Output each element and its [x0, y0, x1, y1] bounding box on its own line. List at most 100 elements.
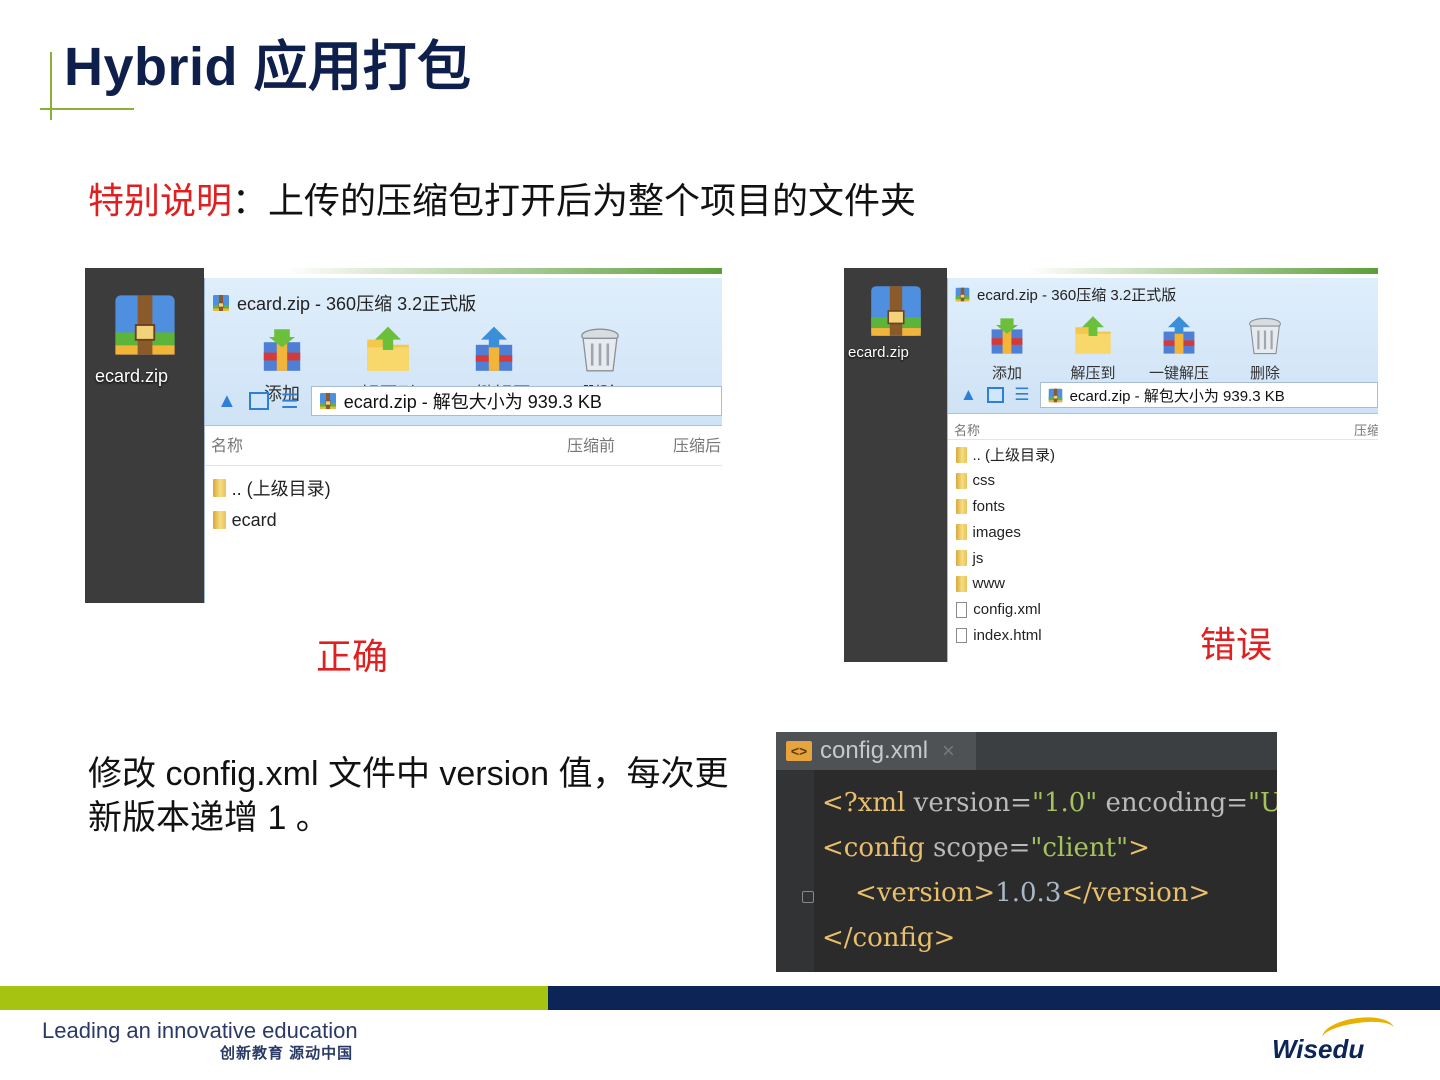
special-note: 特别说明：上传的压缩包打开后为整个项目的文件夹	[88, 172, 916, 224]
view-icon-toggle[interactable]	[987, 387, 1005, 403]
file-icon	[956, 601, 968, 618]
wrong-list-item[interactable]: www	[956, 571, 1005, 597]
correct-caption: 正确	[316, 637, 389, 678]
wrong-list-item[interactable]: index.html	[956, 623, 1042, 649]
wrong-list-item[interactable]: fonts	[956, 494, 1005, 520]
folder-icon	[956, 472, 967, 489]
correct-list-item-label: ecard	[231, 509, 277, 530]
footer-slogan-cn: 创新教育 源动中国	[220, 1045, 354, 1062]
zip-icon	[319, 393, 336, 409]
list-view-icon[interactable]: ☰	[1014, 385, 1029, 405]
add-icon	[263, 329, 301, 371]
wrong-tool-label: 解压到	[1070, 365, 1116, 382]
wrong-window-title-text: ecard.zip - 360压缩 3.2正式版	[977, 287, 1177, 304]
folder-icon	[213, 478, 226, 498]
add-icon	[991, 318, 1023, 354]
xml-file-icon: <>	[786, 741, 812, 761]
code-line: <?xml version="1.0" encoding="UT	[822, 788, 1277, 818]
code-token: </config>	[822, 923, 956, 953]
code-token: </version>	[1061, 878, 1211, 908]
editor-gutter	[776, 770, 814, 972]
correct-address-box[interactable]: ecard.zip - 解包大小为 939.3 KB	[310, 386, 722, 416]
zip-icon	[1048, 388, 1062, 402]
editor-tab-config[interactable]: <> config.xml ×	[776, 732, 976, 770]
correct-column-0[interactable]: 名称	[211, 432, 243, 456]
wrong-list-item[interactable]: config.xml	[956, 597, 1041, 623]
wrong-list-item-label: www	[972, 575, 1006, 593]
correct-desktop-label[interactable]: ecard.zip	[95, 366, 168, 387]
code-line: <version>1.0.3</version>	[822, 878, 1210, 908]
wrong-list-item[interactable]: .. (上级目录)	[956, 442, 1055, 468]
code-token: "client"	[1030, 833, 1129, 863]
list-view-icon[interactable]: ☰	[281, 389, 299, 414]
one-click-extract-icon	[1163, 316, 1195, 354]
correct-column-1[interactable]: 压缩前	[567, 432, 615, 456]
delete-icon	[581, 328, 619, 372]
footer-bar-green	[0, 986, 548, 1010]
code-token: <version>	[822, 878, 996, 908]
wrong-list-item-label: images	[972, 523, 1021, 541]
code-token: scope=	[933, 833, 1031, 863]
wrong-tool-delete[interactable]: 删除	[1222, 314, 1308, 383]
wrong-desktop: ecard.zip	[844, 268, 947, 662]
zip-app-icon	[955, 287, 970, 302]
correct-column-2[interactable]: 压缩后	[673, 432, 721, 456]
correct-column-header: 名称 压缩前 压缩后	[205, 426, 722, 466]
wrong-list-item[interactable]: js	[956, 545, 983, 571]
code-line: </config>	[822, 923, 955, 953]
fold-marker-icon[interactable]	[802, 891, 814, 903]
nav-up-icon[interactable]: ▲	[217, 390, 237, 413]
editor-tab-bar: <> config.xml ×	[776, 732, 1277, 770]
wrong-window-title: ecard.zip - 360压缩 3.2正式版	[954, 284, 1176, 305]
correct-window-strip	[284, 268, 722, 274]
wrong-tool-one-click-extract[interactable]: 一键解压	[1136, 314, 1222, 383]
view-icon-toggle[interactable]	[248, 392, 269, 410]
folder-icon	[956, 576, 967, 592]
code-token: <config	[822, 833, 933, 863]
correct-list-item[interactable]: .. (上级目录)	[213, 472, 331, 504]
one-click-extract-icon	[475, 326, 513, 371]
correct-list-item[interactable]: ecard	[213, 504, 277, 536]
wrong-tool-add[interactable]: 添加	[964, 314, 1050, 383]
correct-desktop-zip-icon[interactable]	[108, 288, 182, 362]
zip-app-icon	[213, 295, 229, 311]
logo-text: Wisedu	[1272, 1034, 1365, 1064]
folder-icon	[956, 498, 967, 515]
correct-address-row: ▲ ☰ ecard.zip - 解包大小为 939.3 KB	[205, 386, 722, 416]
wrong-desktop-zip-icon[interactable]	[865, 280, 927, 342]
correct-list-item-label: .. (上级目录)	[231, 479, 331, 499]
wisedu-logo: Wisedu	[1272, 1013, 1412, 1068]
code-token: version=	[913, 788, 1032, 818]
wrong-window-header: ecard.zip - 360压缩 3.2正式版添加 解压到 一键解压 删除 ▲ ☰ eca…	[948, 278, 1378, 414]
wrong-address-text: ecard.zip - 解包大小为 939.3 KB	[1069, 387, 1285, 405]
correct-window-title: ecard.zip - 360压缩 3.2正式版	[211, 290, 476, 316]
correct-desktop: ecard.zip	[85, 268, 204, 603]
wrong-toolbar: 添加 解压到 一键解压 删除	[948, 314, 1378, 383]
wrong-column-1[interactable]: 压缩	[1354, 420, 1378, 439]
code-line: <config scope="client">	[822, 833, 1150, 863]
close-icon[interactable]: ×	[942, 738, 955, 764]
delete-icon	[1249, 317, 1281, 355]
wrong-list-item[interactable]: images	[956, 519, 1021, 545]
code-token: <?xml	[822, 788, 914, 818]
version-instruction: 修改 config.xml 文件中 version 值，每次更新版本递增 1 。	[88, 755, 729, 837]
folder-icon	[213, 510, 226, 530]
code-token: 1.0.3	[995, 878, 1062, 908]
wrong-address-box[interactable]: ecard.zip - 解包大小为 939.3 KB	[1039, 382, 1378, 408]
wrong-list-item-label: fonts	[972, 497, 1006, 515]
code-token: "1.0"	[1031, 788, 1098, 818]
special-note-colon: ：	[232, 181, 269, 222]
extract-to-icon	[1075, 316, 1111, 354]
config-xml-editor: <> config.xml × <?xml version="1.0" enco…	[776, 732, 1277, 972]
page-title: Hybrid 应用打包	[64, 37, 472, 97]
wrong-list-item[interactable]: css	[956, 468, 995, 494]
code-token: "UT	[1248, 788, 1277, 818]
folder-icon	[956, 524, 967, 541]
nav-up-icon[interactable]: ▲	[960, 385, 977, 405]
footer-bar-navy	[548, 986, 1440, 1010]
correct-archive-window: ecard.zip - 360压缩 3.2正式版添加解压到一键解压删除▲☰eca…	[204, 278, 722, 603]
wrong-desktop-label[interactable]: ecard.zip	[848, 344, 909, 361]
footer-slogan-en: Leading an innovative education	[42, 1018, 358, 1043]
wrong-tool-extract-to[interactable]: 解压到	[1050, 314, 1136, 383]
wrong-column-0[interactable]: 名称	[954, 420, 980, 439]
